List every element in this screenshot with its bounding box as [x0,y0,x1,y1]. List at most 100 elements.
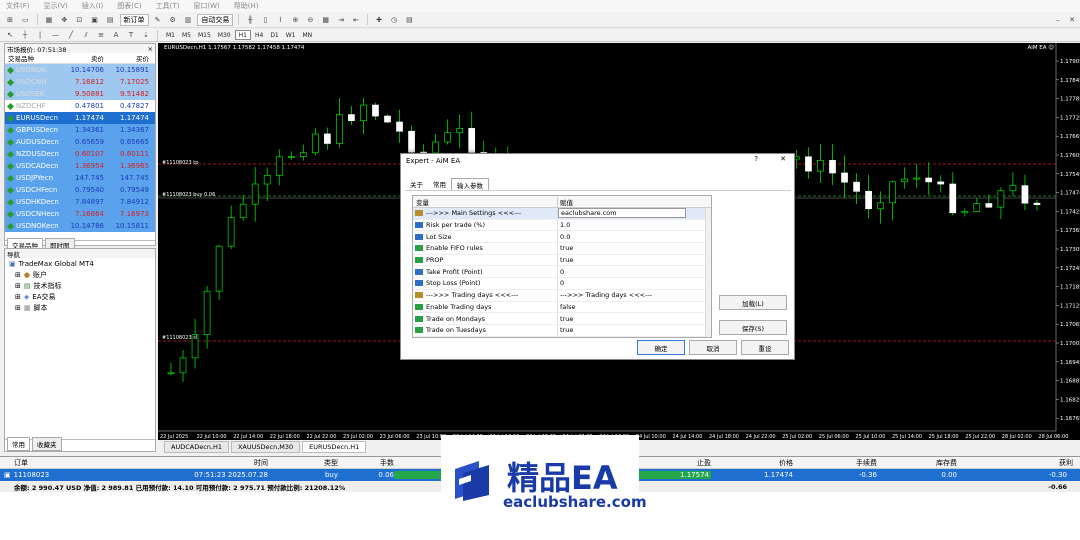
col-lots[interactable]: 手数 [338,458,394,468]
col-bid[interactable]: 卖价 [61,53,106,63]
new-order-button[interactable]: 新订单 [119,13,149,26]
label-icon[interactable]: T [125,29,137,41]
auto-trading-button[interactable]: 自动交易 [197,13,234,26]
candlestick-icon[interactable]: ▯ [259,14,271,26]
col-type[interactable]: 类型 [268,458,338,468]
channel-icon[interactable]: ⫽ [80,29,92,41]
col-order[interactable]: 订单 [0,458,200,468]
log-icon[interactable]: ▥ [182,14,195,26]
menu-item-0[interactable]: 文件(F) [6,1,30,11]
expand-icon[interactable]: ⊞ [15,271,21,279]
market-watch-row[interactable]: NZDCHF 0.47801 0.47827 [5,100,155,112]
param-value[interactable]: true [558,256,573,264]
menu-item-5[interactable]: 窗口(W) [193,1,219,11]
data-window-icon[interactable]: ✥ [58,14,70,26]
cursor-icon[interactable]: ↖ [4,29,16,41]
new-chart-icon[interactable]: ⊞ [4,14,16,26]
arrows-icon[interactable]: ⇣ [140,29,152,41]
param-value[interactable]: eaclubshare.com [558,208,686,219]
nav-accounts[interactable]: ⊞ ● 账户 [9,269,155,280]
timeframe-m5[interactable]: M5 [179,30,194,40]
market-watch-row[interactable]: USDCNH 7.16812 7.17025 [5,76,155,88]
param-value[interactable]: 1.0 [558,221,570,229]
expand-icon[interactable]: ⊞ [15,282,21,290]
cancel-button[interactable]: 取消 [689,340,737,355]
param-value[interactable]: true [558,244,573,252]
timeframe-h4[interactable]: H4 [252,30,266,40]
tab-common[interactable]: 常用 [7,437,30,451]
line-chart-icon[interactable]: ⌇ [274,14,286,26]
nav-indicators[interactable]: ⊞ ▤ 技术指标 [9,280,155,291]
col-value[interactable]: 赋值 [558,197,573,207]
market-watch-icon[interactable]: ▦ [43,14,56,26]
market-watch-row[interactable]: USDJPYecn 147.745 147.745 [5,172,155,184]
param-row[interactable]: --->>> Trading days <<<--- --->>> Trading… [413,289,711,302]
col-time[interactable]: 时间 [200,458,268,468]
close-icon[interactable]: × [148,45,155,53]
param-row[interactable]: --->>> Main Settings <<<--- eaclubshare.c… [413,208,711,220]
periods-icon[interactable]: ◷ [388,14,400,26]
tab-about[interactable]: 关于 [405,178,428,190]
terminal-icon[interactable]: ▣ [88,14,101,26]
param-value[interactable]: 0 [558,279,564,287]
nav-scripts[interactable]: ⊞ ▦ 脚本 [9,302,155,313]
col-ask[interactable]: 买价 [106,53,151,63]
timeframe-m1[interactable]: M1 [163,30,178,40]
col-symbol[interactable]: 交易品种 [5,53,61,63]
param-value[interactable]: true [558,326,573,334]
menu-item-3[interactable]: 图表(C) [117,1,141,11]
indicators-icon[interactable]: ✚ [373,14,385,26]
timeframe-w1[interactable]: W1 [283,30,299,40]
navigator-icon[interactable]: ⊡ [73,14,85,26]
param-row[interactable]: Enable Trading days false [413,301,711,314]
timeframe-h1[interactable]: H1 [234,30,251,40]
horizontal-line-icon[interactable]: — [49,29,62,41]
strategy-tester-icon[interactable]: ▤ [104,14,117,26]
col-commission[interactable]: 手续费 [793,458,877,468]
tab-common[interactable]: 常用 [428,178,451,190]
col-swap[interactable]: 库存费 [877,458,957,468]
param-value[interactable]: 0.0 [558,233,570,241]
col-profit[interactable]: 获利 [957,458,1073,468]
zoom-in-icon[interactable]: ⊕ [289,14,301,26]
zoom-out-icon[interactable]: ⊖ [304,14,316,26]
market-watch-row[interactable]: AUDUSDecn 0.65659 0.65665 [5,136,155,148]
param-row[interactable]: Lot Size 0.0 [413,231,711,244]
market-watch-row[interactable]: GBPUSDecn 1.34361 1.34367 [5,124,155,136]
close-icon[interactable]: ✕ [780,155,786,163]
timeframe-m30[interactable]: M30 [215,30,234,40]
tile-icon[interactable]: ▦ [319,14,332,26]
profiles-icon[interactable]: ▭ [19,14,32,26]
shift-icon[interactable]: ⇤ [350,14,362,26]
market-watch-row[interactable]: USDNOK 10.14706 10.15891 [5,64,155,76]
chart-tab-eurusd[interactable]: EURUSDecn,H1 [302,441,367,453]
menu-item-6[interactable]: 帮助(H) [234,1,259,11]
timeframe-mn[interactable]: MN [300,30,316,40]
trendline-icon[interactable]: ╱ [65,29,77,41]
close-icon[interactable]: ✕ [1066,14,1078,26]
param-row[interactable]: Trade on Mondays true [413,313,711,325]
param-value[interactable]: false [558,303,575,311]
templates-icon[interactable]: ▤ [403,14,416,26]
reset-button[interactable]: 重设 [741,340,789,355]
menu-item-2[interactable]: 插入(I) [82,1,104,11]
timeframe-d1[interactable]: D1 [267,30,281,40]
menu-item-1[interactable]: 显示(V) [44,1,68,11]
market-watch-row[interactable]: USDCADecn 1.36954 1.36965 [5,160,155,172]
market-watch-row[interactable]: USDCNHecn 7.16864 7.16973 [5,208,155,220]
param-row[interactable]: Risk per trade (%) 1.0 [413,219,711,232]
options-icon[interactable]: ⚙ [167,14,179,26]
fibonacci-icon[interactable]: ≡ [95,29,107,41]
market-watch-row[interactable]: EURUSDecn 1.17474 1.17474 [5,112,155,124]
tab-favorites[interactable]: 收藏夹 [32,437,62,451]
param-row[interactable]: Enable FIFO rules true [413,243,711,255]
col-variable[interactable]: 变量 [413,196,558,207]
menu-item-4[interactable]: 工具(T) [156,1,180,11]
metaeditor-icon[interactable]: ✎ [152,14,164,26]
param-row[interactable]: Trade on Tuesdays true [413,324,711,337]
tab-inputs[interactable]: 输入参数 [451,178,489,190]
minimize-icon[interactable]: – [1052,14,1064,26]
text-icon[interactable]: A [110,29,122,41]
expand-icon[interactable]: ⊞ [15,293,21,301]
autoscroll-icon[interactable]: ⇥ [335,14,347,26]
